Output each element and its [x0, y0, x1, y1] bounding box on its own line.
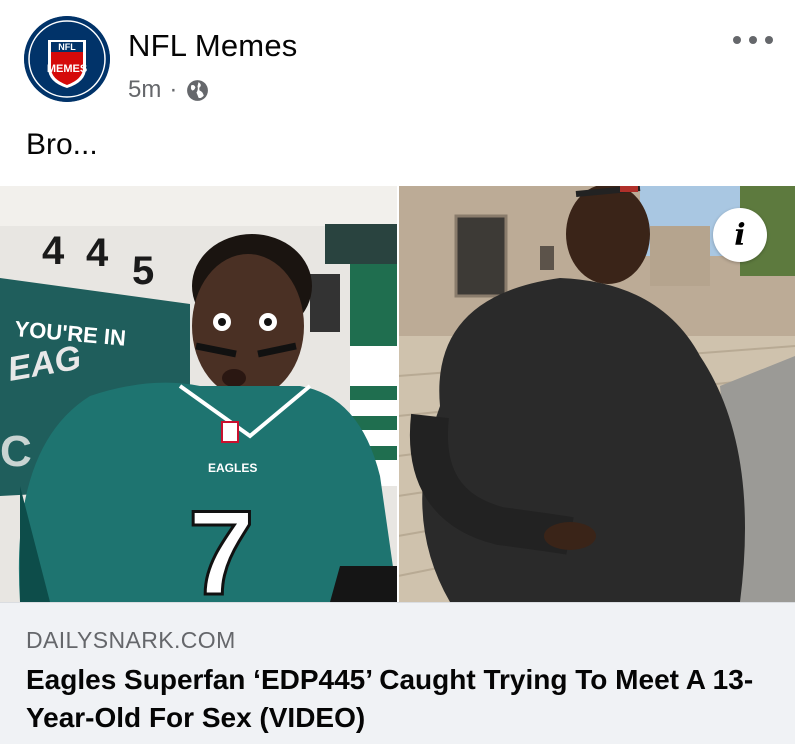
- svg-text:4: 4: [86, 231, 109, 275]
- page-name[interactable]: NFL Memes: [128, 28, 297, 64]
- globe-icon: [185, 78, 210, 103]
- svg-text:EAGLES: EAGLES: [208, 461, 257, 475]
- post-header: NFL MEMES NFL Memes 5m ·: [0, 0, 795, 120]
- logo-top-text: NFL: [58, 42, 76, 52]
- nfl-memes-logo: NFL MEMES: [24, 16, 110, 102]
- left-photo: 4 4 5 YOU'RE IN EAG C EAGLES 7: [0, 186, 399, 602]
- post-timestamp[interactable]: 5m: [128, 76, 161, 104]
- info-icon[interactable]: i: [713, 208, 767, 262]
- link-headline[interactable]: Eagles Superfan ‘EDP445’ Caught Trying T…: [26, 661, 776, 737]
- link-preview-footer[interactable]: DAILYSNARK.COM Eagles Superfan ‘EDP445’ …: [0, 602, 795, 744]
- post-text: Bro...: [26, 128, 98, 161]
- more-options-icon[interactable]: [733, 28, 773, 52]
- article-photo-collage: 4 4 5 YOU'RE IN EAG C EAGLES 7: [0, 186, 795, 602]
- svg-text:C: C: [0, 427, 32, 476]
- logo-bottom-text: MEMES: [47, 63, 87, 75]
- link-domain: DAILYSNARK.COM: [26, 627, 236, 653]
- svg-text:4: 4: [42, 229, 65, 273]
- svg-text:5: 5: [132, 249, 154, 293]
- link-preview-image[interactable]: 4 4 5 YOU'RE IN EAG C EAGLES 7 i: [0, 186, 795, 602]
- post-meta: 5m ·: [128, 74, 210, 106]
- meta-separator: ·: [169, 76, 178, 103]
- link-preview[interactable]: 4 4 5 YOU'RE IN EAG C EAGLES 7 i DAILYSN…: [0, 186, 795, 744]
- page-avatar[interactable]: NFL MEMES: [24, 16, 110, 102]
- svg-text:7: 7: [188, 486, 255, 602]
